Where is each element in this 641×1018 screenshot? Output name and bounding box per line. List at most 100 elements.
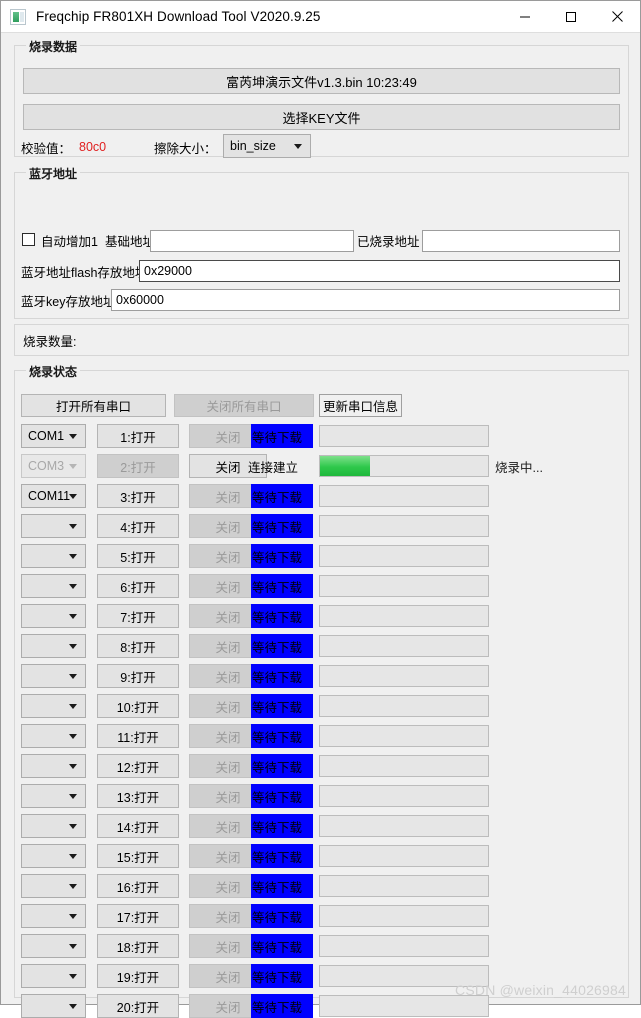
port-select[interactable] [21, 634, 86, 658]
port-open-button[interactable]: 17:打开 [97, 904, 179, 928]
title-bar: Freqchip FR801XH Download Tool V2020.9.2… [1, 1, 640, 33]
port-open-button[interactable]: 19:打开 [97, 964, 179, 988]
burned-address-label: 已烧录地址 [357, 234, 420, 249]
port-row: 4:打开 关闭 等待下载 [1, 514, 622, 538]
port-row: 7:打开 关闭 等待下载 [1, 604, 622, 628]
key-address-input[interactable]: 0x60000 [111, 289, 620, 311]
port-select[interactable]: COM11 [21, 484, 86, 508]
port-open-button[interactable]: 14:打开 [97, 814, 179, 838]
port-progress-bar [319, 665, 489, 687]
window-title: Freqchip FR801XH Download Tool V2020.9.2… [36, 9, 321, 24]
port-select[interactable] [21, 874, 86, 898]
burn-data-group-label: 烧录数据 [26, 38, 81, 55]
chevron-down-icon [69, 584, 77, 589]
port-open-button[interactable]: 11:打开 [97, 724, 179, 748]
app-icon [10, 8, 26, 25]
port-row: 11:打开 关闭 等待下载 [1, 724, 622, 748]
port-open-button[interactable]: 18:打开 [97, 934, 179, 958]
close-icon[interactable] [594, 1, 640, 32]
port-row: 18:打开 关闭 等待下载 [1, 934, 622, 958]
port-open-button[interactable]: 12:打开 [97, 754, 179, 778]
port-open-button[interactable]: 10:打开 [97, 694, 179, 718]
port-open-button[interactable]: 20:打开 [97, 994, 179, 1018]
chevron-down-icon [69, 554, 77, 559]
port-select[interactable] [21, 664, 86, 688]
window-controls [502, 1, 640, 32]
port-progress-bar [319, 455, 489, 477]
chevron-down-icon [69, 494, 77, 499]
port-select[interactable] [21, 934, 86, 958]
port-status-badge: 等待下载 [251, 784, 313, 808]
port-select[interactable] [21, 964, 86, 988]
chevron-down-icon [69, 734, 77, 739]
chevron-down-icon [69, 764, 77, 769]
key-address-label: 蓝牙key存放地址 [21, 294, 116, 309]
port-select-value: COM3 [28, 459, 65, 473]
application-window: Freqchip FR801XH Download Tool V2020.9.2… [0, 0, 641, 1018]
port-select[interactable] [21, 994, 86, 1018]
port-select[interactable] [21, 904, 86, 928]
port-open-button[interactable]: 5:打开 [97, 544, 179, 568]
port-open-button[interactable]: 3:打开 [97, 484, 179, 508]
bin-file-button[interactable]: 富芮坤演示文件v1.3.bin 10:23:49 [23, 68, 620, 94]
port-status-badge: 等待下载 [251, 664, 313, 688]
port-status-badge: 等待下载 [251, 484, 313, 508]
port-open-button[interactable]: 4:打开 [97, 514, 179, 538]
port-status-badge: 等待下载 [251, 544, 313, 568]
port-open-button[interactable]: 13:打开 [97, 784, 179, 808]
chevron-down-icon [294, 144, 302, 149]
port-open-button[interactable]: 9:打开 [97, 664, 179, 688]
open-all-ports-button[interactable]: 打开所有串口 [21, 394, 166, 417]
port-progress-bar [319, 995, 489, 1017]
port-row: 8:打开 关闭 等待下载 [1, 634, 622, 658]
port-progress-bar [319, 845, 489, 867]
port-status-badge: 等待下载 [251, 814, 313, 838]
checksum-label: 校验值： [21, 141, 72, 156]
key-file-button[interactable]: 选择KEY文件 [23, 104, 620, 130]
burn-count-label: 烧录数量: [23, 334, 77, 349]
port-progress-bar [319, 875, 489, 897]
base-address-label: 基础地址 [105, 234, 156, 249]
port-select[interactable] [21, 814, 86, 838]
port-open-button[interactable]: 15:打开 [97, 844, 179, 868]
port-open-button[interactable]: 16:打开 [97, 874, 179, 898]
port-select[interactable] [21, 574, 86, 598]
port-select[interactable] [21, 754, 86, 778]
port-select-value: COM1 [28, 429, 65, 443]
port-open-button[interactable]: 1:打开 [97, 424, 179, 448]
chevron-down-icon [69, 914, 77, 919]
port-select[interactable] [21, 784, 86, 808]
port-open-button[interactable]: 8:打开 [97, 634, 179, 658]
minimize-icon[interactable] [502, 1, 548, 32]
base-address-input[interactable] [150, 230, 354, 252]
port-progress-bar [319, 635, 489, 657]
chevron-down-icon [69, 434, 77, 439]
port-status-badge: 等待下载 [251, 904, 313, 928]
port-progress-bar [319, 695, 489, 717]
port-status-badge: 等待下载 [251, 424, 313, 448]
port-select[interactable] [21, 694, 86, 718]
burned-address-input[interactable] [422, 230, 620, 252]
flash-address-label: 蓝牙地址flash存放地址 [21, 265, 148, 280]
refresh-ports-button[interactable]: 更新串口信息 [319, 394, 402, 417]
port-select[interactable] [21, 724, 86, 748]
port-status-badge: 等待下载 [251, 994, 313, 1018]
erase-size-select[interactable]: bin_size [223, 134, 311, 158]
port-select[interactable] [21, 514, 86, 538]
chevron-down-icon [69, 674, 77, 679]
chevron-down-icon [69, 704, 77, 709]
port-row: 14:打开 关闭 等待下载 [1, 814, 622, 838]
port-select[interactable] [21, 844, 86, 868]
auto-increment-checkbox[interactable] [22, 233, 35, 246]
port-select[interactable]: COM1 [21, 424, 86, 448]
client-area: 烧录数据 富芮坤演示文件v1.3.bin 10:23:49 选择KEY文件 校验… [1, 33, 640, 1018]
port-row: 12:打开 关闭 等待下载 [1, 754, 622, 778]
port-status-badge: 等待下载 [251, 844, 313, 868]
maximize-icon[interactable] [548, 1, 594, 32]
port-select[interactable] [21, 544, 86, 568]
port-progress-bar [319, 605, 489, 627]
port-open-button[interactable]: 7:打开 [97, 604, 179, 628]
port-select[interactable] [21, 604, 86, 628]
flash-address-input[interactable]: 0x29000 [139, 260, 620, 282]
port-open-button[interactable]: 6:打开 [97, 574, 179, 598]
